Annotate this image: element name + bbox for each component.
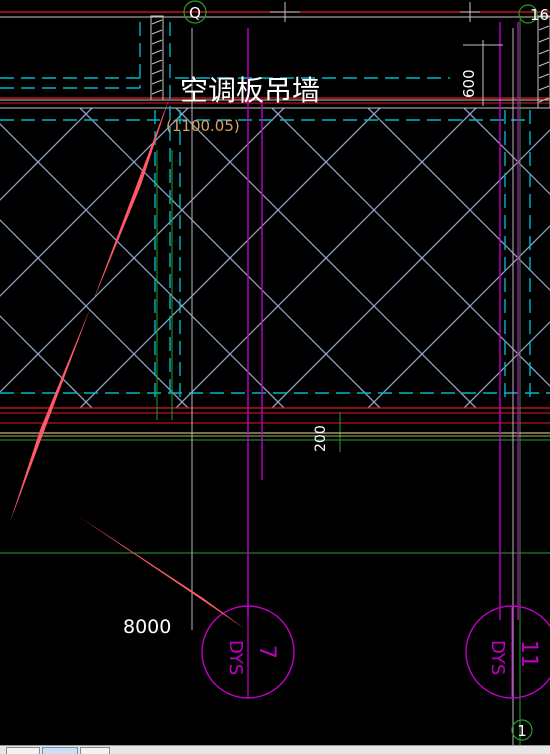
- dimension-200: 200: [313, 425, 329, 452]
- grid-bubble-top-right-label: 160: [530, 6, 550, 24]
- elevation-label: (1100.05): [166, 117, 240, 135]
- grid-bubble-bottom-right-label: 1: [517, 722, 527, 740]
- dimension-8000: 8000: [123, 616, 171, 638]
- section-marker-right-code: DYS: [487, 640, 508, 675]
- cad-drawing-canvas[interactable]: Q 160 600 空调板吊墙 (1100.05) 200 8000 DYS 7…: [0, 0, 550, 745]
- dimension-600: 600: [460, 69, 478, 98]
- section-marker-left-code: DYS: [225, 640, 246, 675]
- annotation-label: 空调板吊墙: [180, 74, 320, 107]
- grid-bubble-q-label: Q: [189, 4, 201, 22]
- section-marker-left-number: 7: [254, 645, 279, 659]
- section-marker-right-number: 11: [516, 640, 541, 668]
